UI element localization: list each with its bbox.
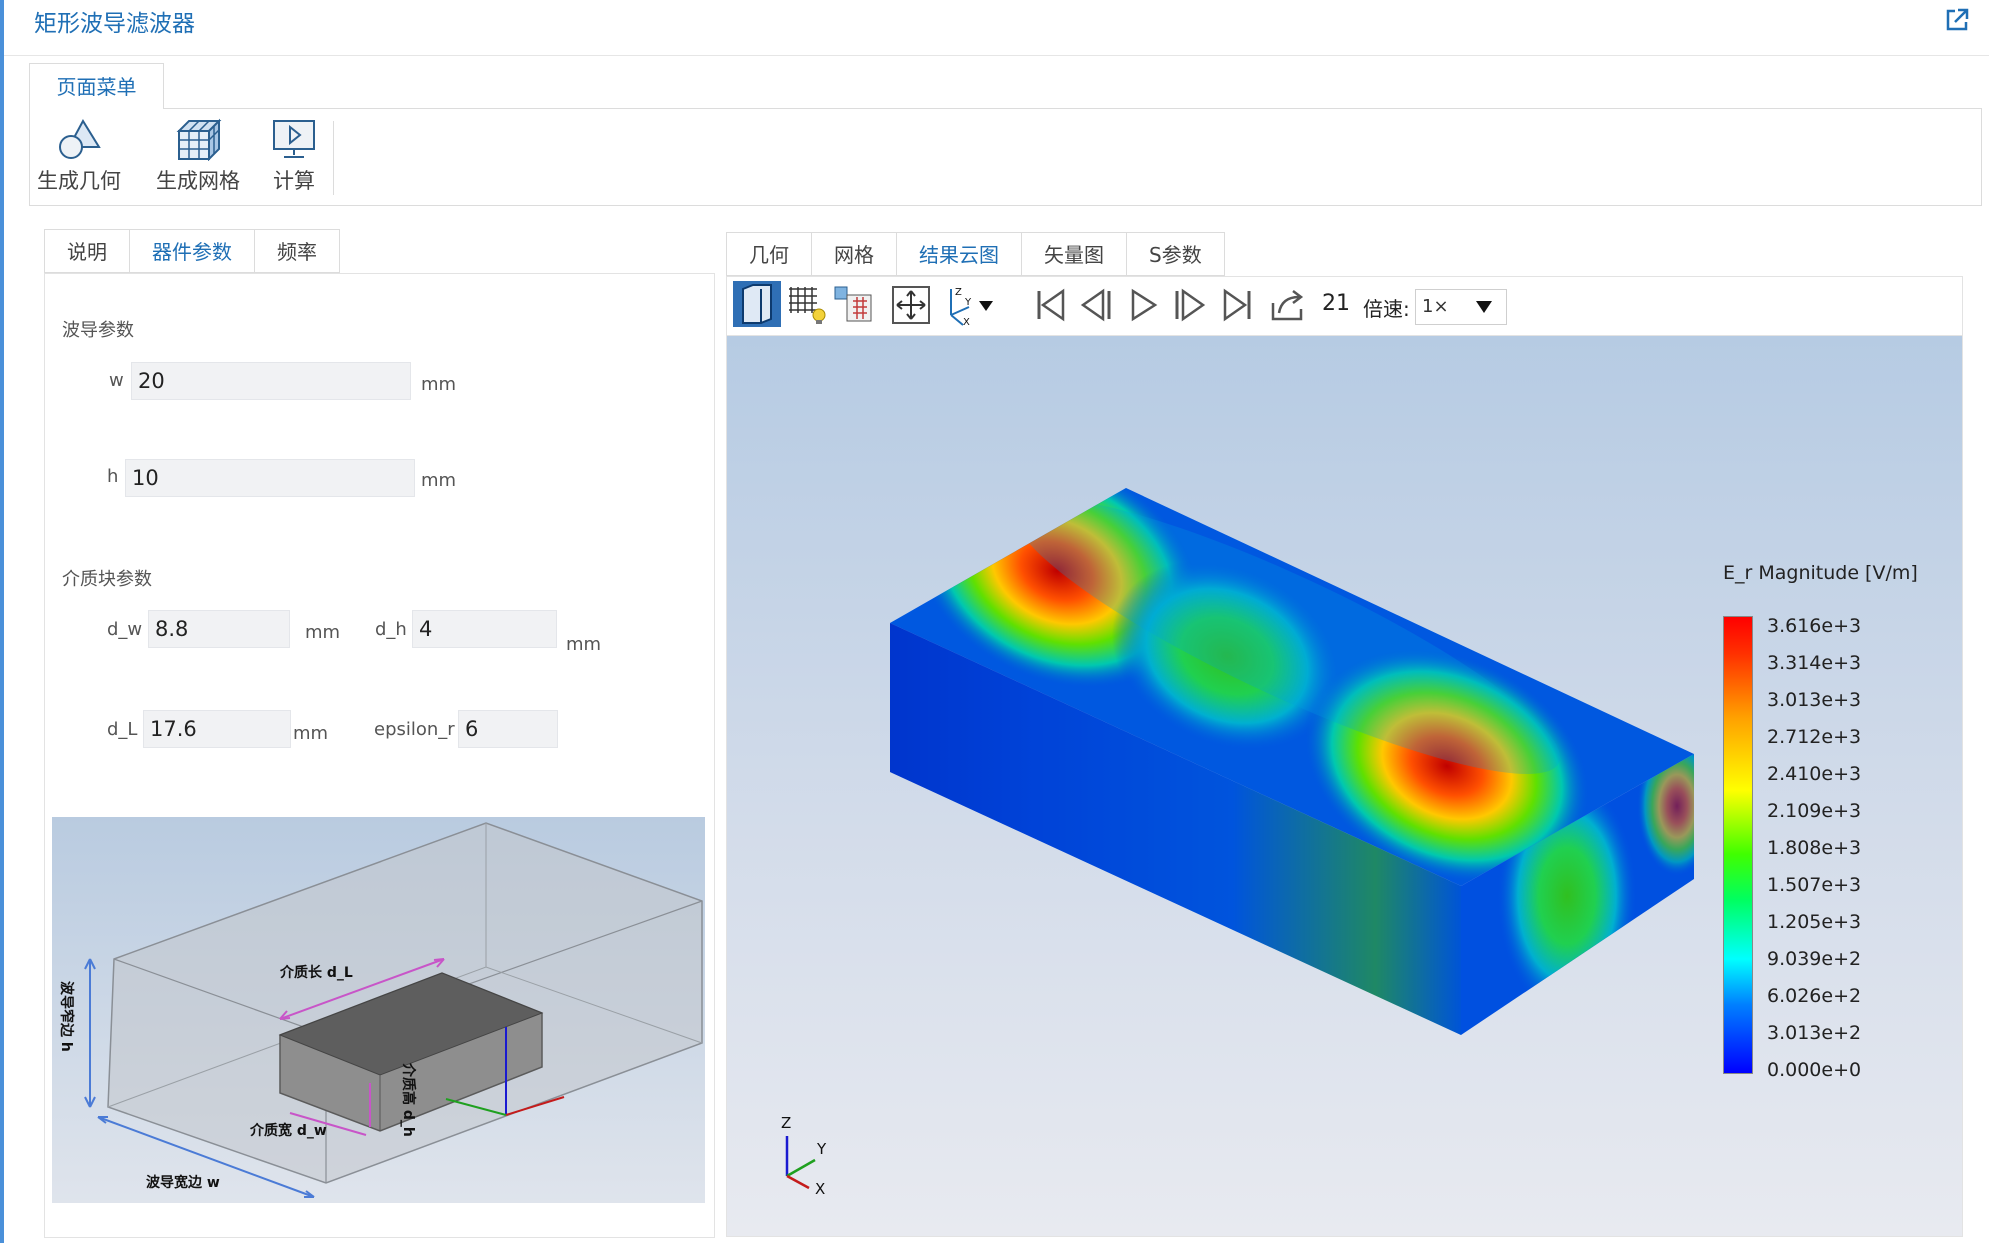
- tab-geometry[interactable]: 几何: [726, 232, 811, 276]
- speed-select[interactable]: 1×: [1415, 289, 1507, 325]
- left-tabs: 说明 器件参数 频率: [44, 229, 340, 273]
- viewer-toolbar: Z Y X 21 倍速: 1×: [726, 276, 1963, 336]
- first-frame-icon[interactable]: [1033, 285, 1069, 325]
- tab-result-contour[interactable]: 结果云图: [896, 232, 1021, 276]
- next-frame-icon[interactable]: [1171, 285, 1207, 325]
- colorbar-tick: 1.808e+3: [1767, 837, 1862, 859]
- waveguide-section-title: 波导参数: [62, 320, 134, 341]
- ribbon-separator: [333, 121, 334, 195]
- app-title: 矩形波导滤波器: [34, 11, 195, 37]
- export-icon[interactable]: [1269, 285, 1309, 325]
- last-frame-icon[interactable]: [1219, 285, 1255, 325]
- h-label: h: [107, 466, 119, 487]
- compute-button[interactable]: 计算: [266, 117, 322, 201]
- fit-view-icon[interactable]: [891, 285, 931, 325]
- generate-mesh-button[interactable]: 生成网格: [150, 117, 246, 201]
- w-label: w: [109, 370, 124, 391]
- result-viewport[interactable]: Z Y X E_r Magnitude [V/m] 3.616e+3 3.314…: [726, 335, 1963, 1237]
- d-w-unit: mm: [305, 622, 341, 643]
- colorbar-tick: 2.109e+3: [1767, 800, 1862, 822]
- d-w-input[interactable]: 8.8: [148, 610, 290, 648]
- chevron-down-icon: [1476, 301, 1492, 313]
- surface-view-icon[interactable]: [733, 281, 781, 327]
- colorbar-tick: 3.616e+3: [1767, 615, 1862, 637]
- colorbar-tick: 1.205e+3: [1767, 911, 1862, 933]
- axis-x-label: X: [815, 1180, 825, 1198]
- axis-z-label: Z: [781, 1114, 791, 1132]
- axis-y-label: Y: [816, 1140, 827, 1158]
- mesh-light-icon[interactable]: [787, 285, 827, 325]
- dielectric-section-title: 介质块参数: [62, 569, 152, 590]
- play-icon[interactable]: [1125, 285, 1161, 325]
- generate-geometry-button[interactable]: 生成几何: [36, 117, 122, 201]
- diagram-length-label: 介质长 d_L: [279, 964, 353, 981]
- tab-description[interactable]: 说明: [44, 229, 129, 273]
- page-menu-tab[interactable]: 页面菜单: [29, 63, 164, 109]
- generate-geometry-label: 生成几何: [37, 169, 121, 193]
- tab-mesh[interactable]: 网格: [811, 232, 896, 276]
- device-params-panel: 波导参数 w 20 mm h 10 mm 介质块参数 d_w 8.8 mm d_…: [44, 273, 715, 1238]
- d-l-input[interactable]: 17.6: [143, 710, 291, 748]
- previous-frame-icon[interactable]: [1079, 285, 1115, 325]
- colorbar-title: E_r Magnitude [V/m]: [1723, 562, 1918, 584]
- d-h-unit: mm: [566, 634, 602, 655]
- compute-label: 计算: [273, 169, 315, 193]
- d-l-unit: mm: [293, 723, 329, 744]
- header: 矩形波导滤波器: [4, 0, 1989, 56]
- d-w-label: d_w: [107, 619, 143, 640]
- h-unit: mm: [421, 470, 457, 491]
- colorbar-tick: 6.026e+2: [1767, 985, 1862, 1007]
- d-l-label: d_L: [107, 719, 138, 740]
- epsilon-r-label: epsilon_r: [374, 719, 455, 740]
- diagram-width-label: 介质宽 d_w: [249, 1122, 327, 1139]
- diagram-wg-width-label: 波导宽边 w: [146, 1174, 220, 1191]
- compute-icon: [273, 120, 315, 158]
- diagram-height-label: 介质高 d_h: [400, 1062, 417, 1137]
- svg-text:Y: Y: [964, 297, 972, 308]
- w-unit: mm: [421, 374, 457, 395]
- colorbar: [1723, 616, 1753, 1074]
- w-input[interactable]: 20: [131, 362, 411, 400]
- diagram-wg-height-label: 波导窄边 h: [58, 981, 75, 1052]
- frame-number: 21: [1322, 291, 1350, 316]
- right-tabs: 几何 网格 结果云图 矢量图 S参数: [726, 232, 1225, 276]
- colorbar-tick: 0.000e+0: [1767, 1059, 1862, 1081]
- mesh-icon: [176, 118, 222, 161]
- d-h-input[interactable]: 4: [412, 610, 557, 648]
- speed-value: 1×: [1422, 296, 1449, 317]
- multi-view-icon[interactable]: [833, 285, 873, 325]
- svg-text:Z: Z: [955, 287, 962, 298]
- ribbon-toolbar: 生成几何 生成网格 计算: [29, 108, 1982, 206]
- h-input[interactable]: 10: [125, 459, 415, 497]
- epsilon-r-input[interactable]: 6: [458, 710, 558, 748]
- axis-orientation-icon[interactable]: Z Y X: [941, 285, 1001, 327]
- field-contour-plot: Z Y X: [781, 488, 1694, 1198]
- tab-frequency[interactable]: 频率: [254, 229, 340, 273]
- colorbar-tick: 3.314e+3: [1767, 652, 1862, 674]
- d-h-label: d_h: [375, 619, 407, 640]
- geometry-icon: [59, 118, 101, 159]
- colorbar-tick: 3.013e+2: [1767, 1022, 1862, 1044]
- svg-text:X: X: [963, 317, 970, 327]
- colorbar-tick: 2.410e+3: [1767, 763, 1862, 785]
- colorbar-tick: 2.712e+3: [1767, 726, 1862, 748]
- generate-mesh-label: 生成网格: [156, 169, 240, 193]
- waveguide-diagram: 介质长 d_L 介质宽 d_w 介质高 d_h 波导窄边 h 波导宽边 w: [52, 817, 705, 1203]
- external-link-icon[interactable]: [1943, 6, 1971, 34]
- colorbar-tick: 1.507e+3: [1767, 874, 1862, 896]
- colorbar-tick: 9.039e+2: [1767, 948, 1862, 970]
- tab-vector-plot[interactable]: 矢量图: [1021, 232, 1126, 276]
- speed-label: 倍速:: [1363, 297, 1410, 321]
- tab-device-params[interactable]: 器件参数: [129, 229, 254, 273]
- tab-s-parameters[interactable]: S参数: [1126, 232, 1225, 276]
- colorbar-tick: 3.013e+3: [1767, 689, 1862, 711]
- left-accent-bar: [0, 0, 4, 1243]
